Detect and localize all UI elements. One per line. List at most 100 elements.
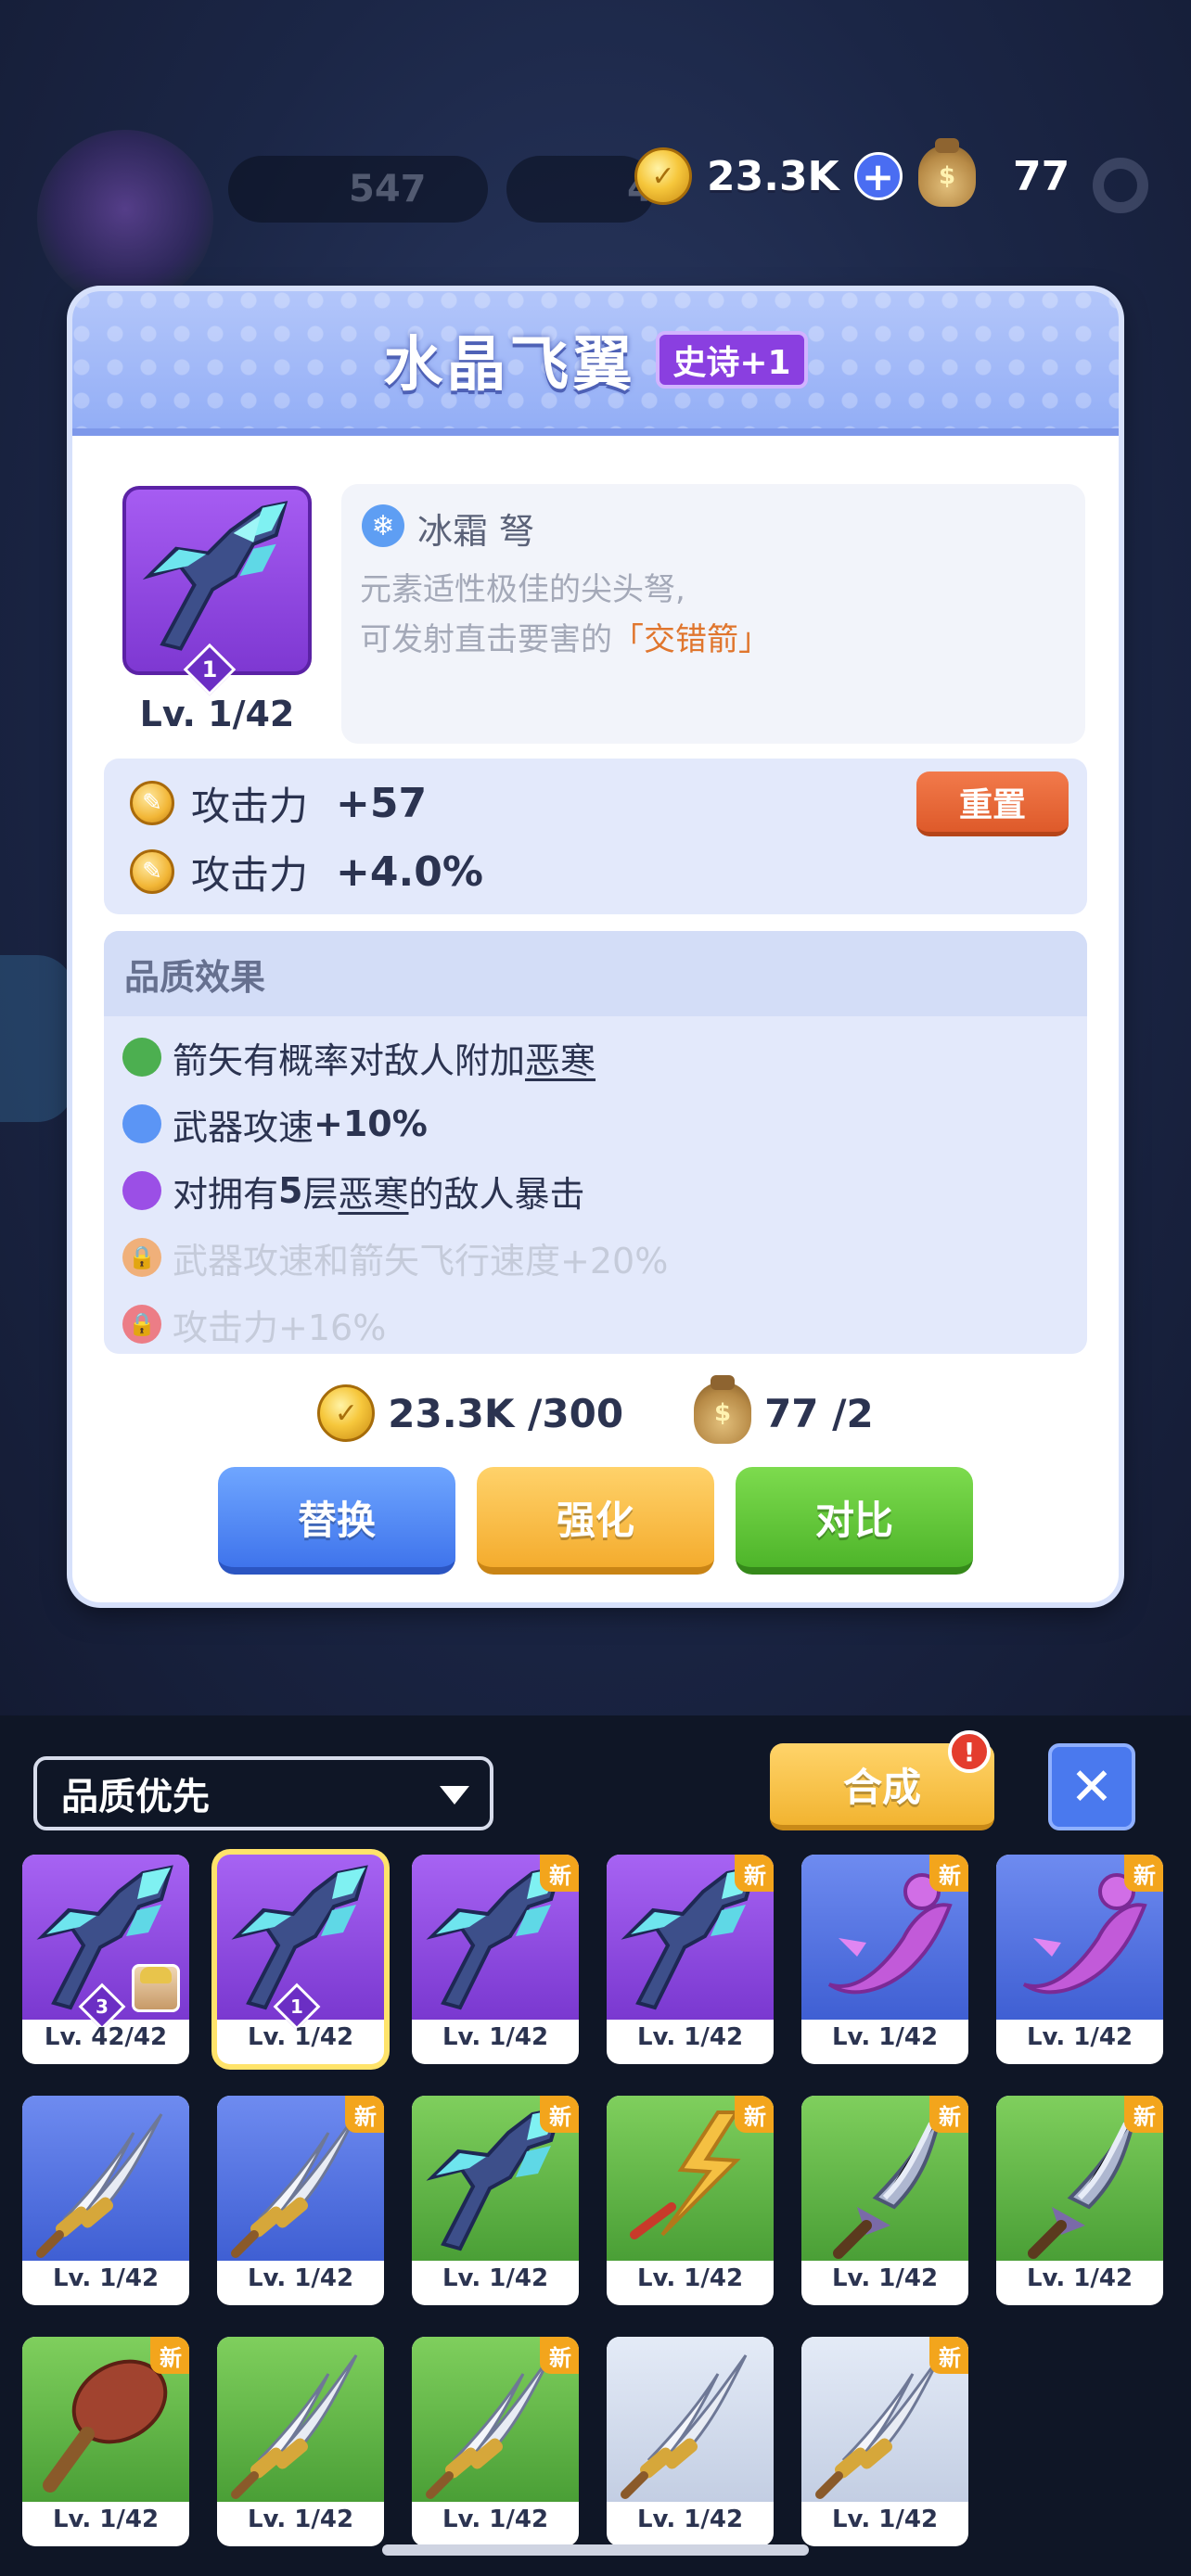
item-level: Lv. 1/42 <box>831 2264 939 2292</box>
inventory-item[interactable]: 新 Lv. 1/42 <box>607 2096 774 2305</box>
item-description-line-1: 元素适性极佳的尖头弩, <box>360 571 685 608</box>
new-badge: 新 <box>540 2337 579 2374</box>
money-bag-icon: $ <box>918 138 976 207</box>
compare-button[interactable]: 对比 <box>736 1467 973 1575</box>
player-avatar <box>37 130 213 306</box>
replace-button[interactable]: 替换 <box>218 1467 455 1575</box>
item-art <box>217 2337 384 2502</box>
inventory-item[interactable]: 1 Lv. 1/42 <box>217 1855 384 2064</box>
desc-skill-highlight: 「交错箭」 <box>612 621 770 658</box>
item-level: Lv. 1/42 <box>831 2506 939 2533</box>
bg-counter-value: 547 <box>349 168 427 210</box>
new-badge: 新 <box>1124 1855 1163 1892</box>
desc-text: 可发射直击要害的 <box>360 621 612 658</box>
inventory-item[interactable]: Lv. 1/42 <box>22 2096 189 2305</box>
new-badge: 新 <box>540 1855 579 1892</box>
inventory-item[interactable]: Lv. 1/42 <box>217 2337 384 2546</box>
crossbow-icon <box>142 501 288 651</box>
bag-value: 77 <box>1013 152 1070 200</box>
item-level: Lv. 1/42 <box>442 2023 549 2051</box>
effect-text: 层 <box>302 1173 339 1215</box>
inventory-item[interactable]: 新 Lv. 1/42 <box>22 2337 189 2546</box>
reset-button[interactable]: 重置 <box>916 772 1069 836</box>
add-coins-button[interactable]: + <box>853 152 903 200</box>
item-level: Lv. 42/42 <box>44 2023 168 2051</box>
attack-icon: ✎ <box>130 849 174 894</box>
inventory-item[interactable]: 新 Lv. 1/42 <box>996 2096 1163 2305</box>
sort-selected-value: 品质优先 <box>61 1776 210 1818</box>
quality-effects-box: 品质效果 箭矢有概率对敌人附加 恶寒 武器攻速 +10% 对拥有 5 层恶寒 的敌人暴击 … <box>104 931 1087 1354</box>
bag-cost: $ 77 /2 <box>694 1375 874 1444</box>
coin-cost-value: 23.3K /300 <box>388 1390 624 1436</box>
effect-value: 5 <box>278 1170 303 1211</box>
inventory-item[interactable]: 新 Lv. 1/42 <box>607 1855 774 2064</box>
upgrade-cost-row: ✓ 23.3K /300 $ 77 /2 <box>72 1375 1119 1450</box>
close-button[interactable]: ✕ <box>1048 1743 1135 1830</box>
stat-label: 攻击力 <box>191 851 309 898</box>
rarity-badge: 史诗+1 <box>656 331 808 389</box>
inventory-item[interactable]: 新 Lv. 1/42 <box>801 1855 968 2064</box>
item-level: Lv. 1/42 <box>52 2264 160 2292</box>
green-dot-icon <box>122 1038 161 1077</box>
daggers-icon <box>36 2113 163 2258</box>
snowflake-icon: ❄ <box>362 504 404 547</box>
item-level: Lv. 1/42 <box>1026 2264 1133 2292</box>
item-level: Lv. 1/42 <box>1026 2023 1133 2051</box>
item-rank-value: 3 <box>96 1996 109 2018</box>
inventory-item[interactable]: 新 Lv. 1/42 <box>412 1855 579 2064</box>
new-badge: 新 <box>929 2096 968 2133</box>
inventory-item[interactable]: 新 Lv. 1/42 <box>412 2096 579 2305</box>
quality-effect-1: 箭矢有概率对敌人附加 恶寒 <box>122 1029 596 1085</box>
money-bag-icon: $ <box>694 1375 752 1444</box>
equipped-hero-avatar <box>132 1964 180 2012</box>
inventory-item[interactable]: 新 Lv. 1/42 <box>801 2337 968 2546</box>
stat-row-attack-flat: ✎ 攻击力 +57 <box>130 775 427 831</box>
effect-text: 武器攻速和箭矢飞行速度+20% <box>173 1240 669 1282</box>
alert-badge-icon: ! <box>948 1730 991 1773</box>
effect-text: 攻击力+16% <box>173 1307 387 1348</box>
effect-keyword: 恶寒 <box>525 1039 596 1081</box>
home-indicator[interactable] <box>382 2544 809 2556</box>
chevron-down-icon <box>440 1786 469 1804</box>
effect-value: +10% <box>314 1103 428 1144</box>
item-rank-value: 1 <box>201 657 218 682</box>
item-card <box>122 486 312 675</box>
item-level: Lv. 1/42 <box>247 2506 354 2533</box>
item-art <box>22 2096 189 2261</box>
item-art <box>607 2337 774 2502</box>
item-name: 水晶飞翼 <box>383 331 636 400</box>
effect-keyword: 恶寒 <box>338 1173 409 1215</box>
stat-value: +57 <box>336 779 428 827</box>
attack-icon: ✎ <box>130 781 174 825</box>
settings-gear-icon <box>1093 158 1148 213</box>
enhance-button[interactable]: 强化 <box>477 1467 714 1575</box>
inventory-item[interactable]: 新 Lv. 1/42 <box>996 1855 1163 2064</box>
quality-effects-title: 品质效果 <box>104 931 1087 1016</box>
stats-box: ✎ 攻击力 +57 ✎ 攻击力 +4.0% 重置 <box>104 759 1087 914</box>
bag-cost-value: 77 /2 <box>764 1390 874 1436</box>
effect-text: 的敌人暴击 <box>408 1173 585 1215</box>
effect-text: 对拥有 <box>173 1173 279 1215</box>
daggers-icon <box>621 2354 748 2499</box>
inventory-item[interactable]: 新 Lv. 1/42 <box>801 2096 968 2305</box>
quality-effect-4-locked: 🔒 武器攻速和箭矢飞行速度+20% <box>122 1230 668 1285</box>
inventory-item[interactable]: 3 Lv. 42/42 <box>22 1855 189 2064</box>
blue-dot-icon <box>122 1104 161 1143</box>
new-badge: 新 <box>150 2337 189 2374</box>
item-level: Lv. 1/42 <box>247 2264 354 2292</box>
item-level: Lv. 1/42 <box>442 2264 549 2292</box>
lock-icon: 🔒 <box>122 1305 161 1344</box>
inventory-item[interactable]: 新 Lv. 1/42 <box>217 2096 384 2305</box>
quality-effect-3: 对拥有 5 层恶寒 的敌人暴击 <box>122 1163 585 1218</box>
inventory-item[interactable]: Lv. 1/42 <box>607 2337 774 2546</box>
sort-dropdown[interactable]: 品质优先 <box>33 1756 493 1830</box>
stat-row-attack-percent: ✎ 攻击力 +4.0% <box>130 844 483 899</box>
stat-label: 攻击力 <box>191 783 309 829</box>
inventory-item[interactable]: 新 Lv. 1/42 <box>412 2337 579 2546</box>
item-description-box: ❄ 冰霜 弩 元素适性极佳的尖头弩, 可发射直击要害的「交错箭」 <box>341 484 1085 744</box>
coin-icon: ✓ <box>317 1384 376 1442</box>
bg-resource-counter-gem: 4 <box>506 156 655 223</box>
item-level: Lv. 1/42 <box>636 2023 744 2051</box>
item-rank-value: 1 <box>290 1996 303 2018</box>
effect-text: 武器攻速 <box>173 1106 314 1148</box>
